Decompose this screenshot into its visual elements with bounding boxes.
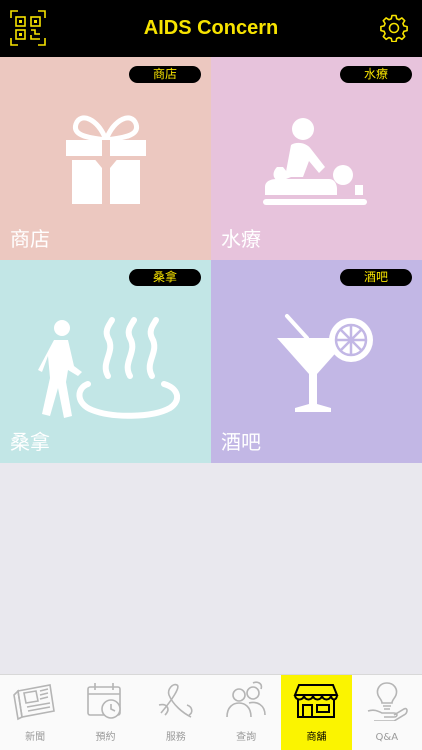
gift-icon [66,115,146,204]
page-title: AIDS Concern [143,17,279,39]
sauna-icon [38,317,180,419]
calendar-clock-icon [87,683,122,719]
tab-label: 服務 [165,732,186,743]
tab-label: 預約 [95,732,116,743]
tile-label: 商店 [10,227,50,251]
tile-shop[interactable]: 商店 商店 [0,57,211,260]
tab-label: 商舖 [306,732,327,743]
tab-store[interactable]: 商舖 [281,675,352,750]
tab-label: 新聞 [25,732,46,743]
people-chat-icon [226,681,266,718]
tile-label: 酒吧 [221,430,261,454]
newspaper-icon [13,684,56,721]
tile-label: 水療 [221,227,261,251]
category-grid: 商店 商店 水療 水療 桑拿 桑拿 酒吧 酒吧 [0,57,422,463]
tab-label: Q&A [375,732,399,743]
tab-label: 查詢 [236,732,257,743]
tab-news[interactable]: 新聞 [0,675,70,750]
tile-spa[interactable]: 水療 水療 [211,57,422,260]
massage-icon [263,118,367,205]
tile-tag: 酒吧 [340,269,412,286]
ribbon-icon [158,683,193,718]
tile-tag: 商店 [129,66,201,83]
tab-enquiry[interactable]: 查詢 [211,675,281,750]
gear-icon[interactable] [380,14,408,42]
qr-code-icon[interactable] [10,10,46,46]
tile-tag: 水療 [340,66,412,83]
cocktail-icon [277,314,373,412]
tile-tag: 桑拿 [129,269,201,286]
tile-sauna[interactable]: 桑拿 桑拿 [0,260,211,463]
tab-bar: 新聞 預約 服務 查詢 商舖 Q&A [0,674,422,750]
tab-booking[interactable]: 預約 [70,675,140,750]
tab-service[interactable]: 服務 [141,675,211,750]
tile-label: 桑拿 [10,430,50,454]
tile-bar[interactable]: 酒吧 酒吧 [211,260,422,463]
tab-qa[interactable]: Q&A [352,675,422,750]
app-header: AIDS Concern [0,0,422,57]
storefront-icon [293,684,339,718]
lightbulb-hand-icon [367,682,408,721]
